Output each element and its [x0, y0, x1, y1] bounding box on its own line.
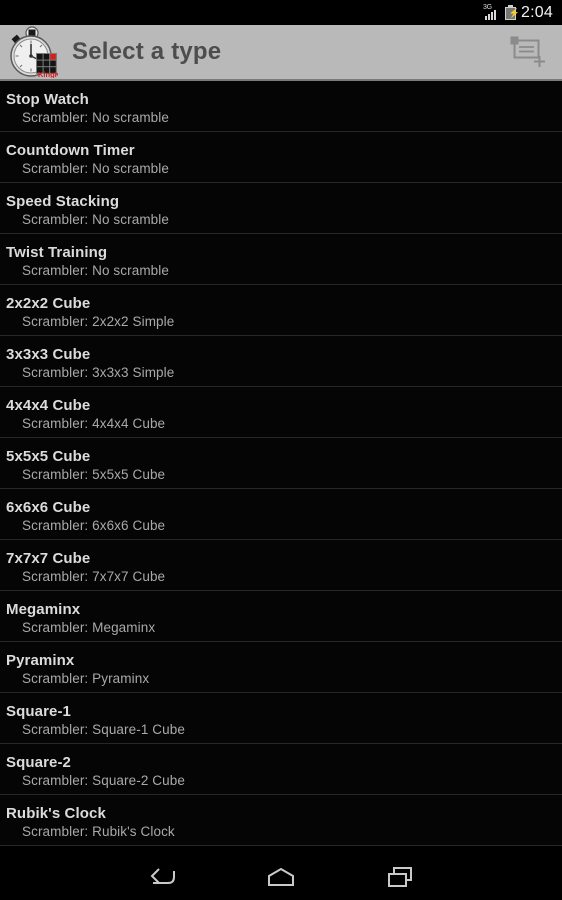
list-item-title: 7x7x7 Cube: [6, 549, 91, 567]
list-item-title: Pyraminx: [6, 651, 75, 669]
list-item-title: 5x5x5 Cube: [6, 447, 91, 465]
list-item-title: Twist Training: [6, 243, 108, 261]
list-item[interactable]: Speed Stacking Scrambler: No scramble: [0, 183, 562, 234]
list-item-scrambler: Scrambler: 5x5x5 Cube: [22, 466, 166, 482]
list-item-title: 2x2x2 Cube: [6, 294, 91, 312]
status-bar: 3G ⚡ 2:04: [0, 0, 562, 25]
page-title: Select a type: [72, 38, 222, 65]
list-item[interactable]: Square-1 Scrambler: Square-1 Cube: [0, 693, 562, 744]
back-arrow-icon[interactable]: [101, 853, 221, 900]
list-item-title: Stop Watch: [6, 90, 89, 108]
list-item-title: Countdown Timer: [6, 141, 135, 159]
list-item-title: 4x4x4 Cube: [6, 396, 91, 414]
list-item-title: Square-1: [6, 702, 71, 720]
list-item[interactable]: 6x6x6 Cube Scrambler: 6x6x6 Cube: [0, 489, 562, 540]
list-item-title: 3x3x3 Cube: [6, 345, 91, 363]
list-item-scrambler: Scrambler: Pyraminx: [22, 670, 150, 686]
action-bar: KingKo Select a type: [0, 25, 562, 81]
system-navigation-bar: [0, 853, 562, 900]
add-new-icon[interactable]: [502, 26, 554, 78]
list-item-scrambler: Scrambler: Square-1 Cube: [22, 721, 185, 737]
list-item-title: Megaminx: [6, 600, 81, 618]
list-item-scrambler: Scrambler: 6x6x6 Cube: [22, 517, 166, 533]
recent-apps-icon[interactable]: [341, 853, 461, 900]
status-bar-clock: 2:04: [521, 3, 553, 21]
list-item-scrambler: Scrambler: 4x4x4 Cube: [22, 415, 166, 431]
list-item[interactable]: Square-2 Scrambler: Square-2 Cube: [0, 744, 562, 795]
list-item-scrambler: Scrambler: No scramble: [22, 160, 169, 176]
list-item-scrambler: Scrambler: 2x2x2 Simple: [22, 313, 175, 329]
list-item[interactable]: 2x2x2 Cube Scrambler: 2x2x2 Simple: [0, 285, 562, 336]
list-item[interactable]: Countdown Timer Scrambler: No scramble: [0, 132, 562, 183]
battery-charging-icon: ⚡: [505, 5, 520, 20]
list-item-title: 6x6x6 Cube: [6, 498, 91, 516]
list-item-title: Speed Stacking: [6, 192, 120, 210]
list-item-title: Rubik's Clock: [6, 804, 106, 822]
list-item[interactable]: Megaminx Scrambler: Megaminx: [0, 591, 562, 642]
app-screen: 3G ⚡ 2:04 KingK Select a type Stop Watch…: [0, 0, 562, 900]
list-item-scrambler: Scrambler: 7x7x7 Cube: [22, 568, 166, 584]
list-item-scrambler: Scrambler: No scramble: [22, 262, 169, 278]
list-item-scrambler: Scrambler: No scramble: [22, 109, 169, 125]
charging-bolt-glyph: ⚡: [508, 8, 520, 18]
list-item[interactable]: 3x3x3 Cube Scrambler: 3x3x3 Simple: [0, 336, 562, 387]
list-item[interactable]: Twist Training Scrambler: No scramble: [0, 234, 562, 285]
list-item[interactable]: 7x7x7 Cube Scrambler: 7x7x7 Cube: [0, 540, 562, 591]
home-icon[interactable]: [221, 853, 341, 900]
signal-bars-glyph: [485, 10, 497, 20]
list-item-scrambler: Scrambler: Square-2 Cube: [22, 772, 185, 788]
list-item-title: Square-2: [6, 753, 71, 771]
list-item-scrambler: Scrambler: Rubik's Clock: [22, 823, 175, 839]
stopwatch-cube-app-icon[interactable]: KingKo: [6, 26, 58, 78]
app-icon-brand-text: KingKo: [38, 70, 58, 78]
list-item[interactable]: 5x5x5 Cube Scrambler: 5x5x5 Cube: [0, 438, 562, 489]
list-item[interactable]: Pyraminx Scrambler: Pyraminx: [0, 642, 562, 693]
list-item-scrambler: Scrambler: 3x3x3 Simple: [22, 364, 175, 380]
type-list[interactable]: Stop Watch Scrambler: No scramble Countd…: [0, 81, 562, 853]
list-item[interactable]: 4x4x4 Cube Scrambler: 4x4x4 Cube: [0, 387, 562, 438]
signal-bars-icon: 3G: [483, 4, 500, 20]
list-item[interactable]: Stop Watch Scrambler: No scramble: [0, 81, 562, 132]
list-item-scrambler: Scrambler: No scramble: [22, 211, 169, 227]
list-item[interactable]: Rubik's Clock Scrambler: Rubik's Clock: [0, 795, 562, 846]
list-item-scrambler: Scrambler: Megaminx: [22, 619, 156, 635]
